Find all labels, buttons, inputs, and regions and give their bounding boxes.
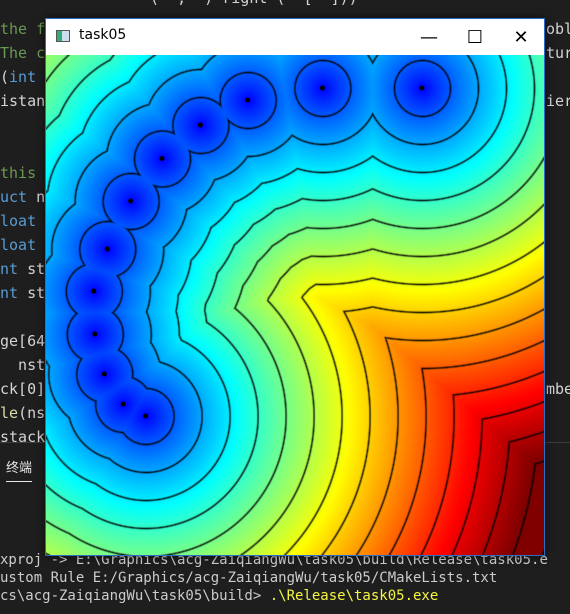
maximize-icon: ☐ bbox=[466, 26, 484, 48]
code-fragment: ier bbox=[546, 92, 570, 110]
minimize-button[interactable]: — bbox=[406, 19, 452, 55]
terminal-command: .\Release\task05.exe bbox=[269, 588, 439, 604]
app-icon bbox=[56, 30, 70, 42]
code-token: loat bbox=[0, 236, 37, 254]
window-titlebar[interactable]: task05 — ☐ ✕ bbox=[46, 19, 544, 55]
sample-point bbox=[120, 401, 126, 407]
code-line: istan bbox=[0, 91, 45, 111]
code-fragment: ( , ) right ( [ ])) bbox=[150, 0, 358, 8]
code-token: this bbox=[0, 164, 37, 182]
code-line: this bbox=[0, 163, 36, 183]
terminal-line: cs\acg-ZaiqiangWu\task05\build> .\Releas… bbox=[0, 587, 438, 605]
sample-point bbox=[419, 85, 425, 91]
code-line: loat bbox=[0, 211, 36, 231]
code-token: loat bbox=[0, 212, 37, 230]
code-line: the f bbox=[0, 19, 45, 39]
sample-point bbox=[92, 331, 98, 337]
window-title: task05 bbox=[79, 27, 127, 43]
code-token: The c bbox=[0, 44, 46, 62]
code-line: stack bbox=[0, 427, 45, 442]
code-token: nt bbox=[0, 284, 28, 302]
sample-points-layer bbox=[91, 85, 425, 419]
code-token: st bbox=[27, 284, 46, 302]
code-line: ge[64 bbox=[0, 331, 45, 351]
code-line: nt st bbox=[0, 283, 45, 303]
sample-point bbox=[197, 122, 203, 128]
sample-point bbox=[104, 246, 110, 252]
terminal-prompt: cs\acg-ZaiqiangWu\task05\build> bbox=[0, 588, 270, 604]
code-line: The c bbox=[0, 43, 45, 63]
code-token: le bbox=[0, 404, 19, 422]
code-token: ge[64 bbox=[0, 332, 46, 350]
code-line: loat bbox=[0, 235, 36, 255]
minimize-icon: — bbox=[420, 26, 438, 48]
sample-point bbox=[101, 371, 107, 377]
code-line: le(ns bbox=[0, 403, 45, 423]
code-line: (int bbox=[0, 67, 36, 87]
code-fragment: obl bbox=[546, 20, 570, 38]
code-fragment: tur bbox=[546, 44, 570, 62]
tab-terminal[interactable]: 终端 bbox=[6, 457, 33, 482]
close-button[interactable]: ✕ bbox=[498, 19, 544, 55]
code-line: uct n bbox=[0, 187, 45, 207]
code-token: (ns bbox=[18, 404, 46, 422]
code-token: n bbox=[36, 188, 46, 206]
close-icon: ✕ bbox=[513, 26, 529, 48]
code-token: nt bbox=[0, 260, 28, 278]
code-token: int bbox=[9, 68, 37, 86]
code-token: ck[0] bbox=[0, 380, 46, 398]
sample-point bbox=[91, 288, 97, 294]
sample-point bbox=[245, 97, 251, 103]
sample-point bbox=[143, 413, 149, 419]
sample-point bbox=[319, 85, 325, 91]
maximize-button[interactable]: ☐ bbox=[452, 19, 498, 55]
code-fragment: mbe bbox=[546, 380, 570, 398]
code-token: the f bbox=[0, 20, 46, 38]
code-token: istan bbox=[0, 92, 46, 110]
code-token: uct bbox=[0, 188, 37, 206]
sample-point bbox=[159, 156, 165, 161]
sample-point bbox=[128, 198, 134, 204]
code-token: ( bbox=[0, 68, 10, 86]
code-token: st bbox=[27, 260, 46, 278]
app-window: task05 — ☐ ✕ bbox=[45, 18, 545, 556]
terminal-line: ustom Rule E:/Graphics/acg-ZaiqiangWu/ta… bbox=[0, 570, 498, 586]
code-line: ck[0] bbox=[0, 379, 45, 399]
code-token: stack bbox=[0, 428, 46, 442]
code-line: nt st bbox=[0, 259, 45, 279]
